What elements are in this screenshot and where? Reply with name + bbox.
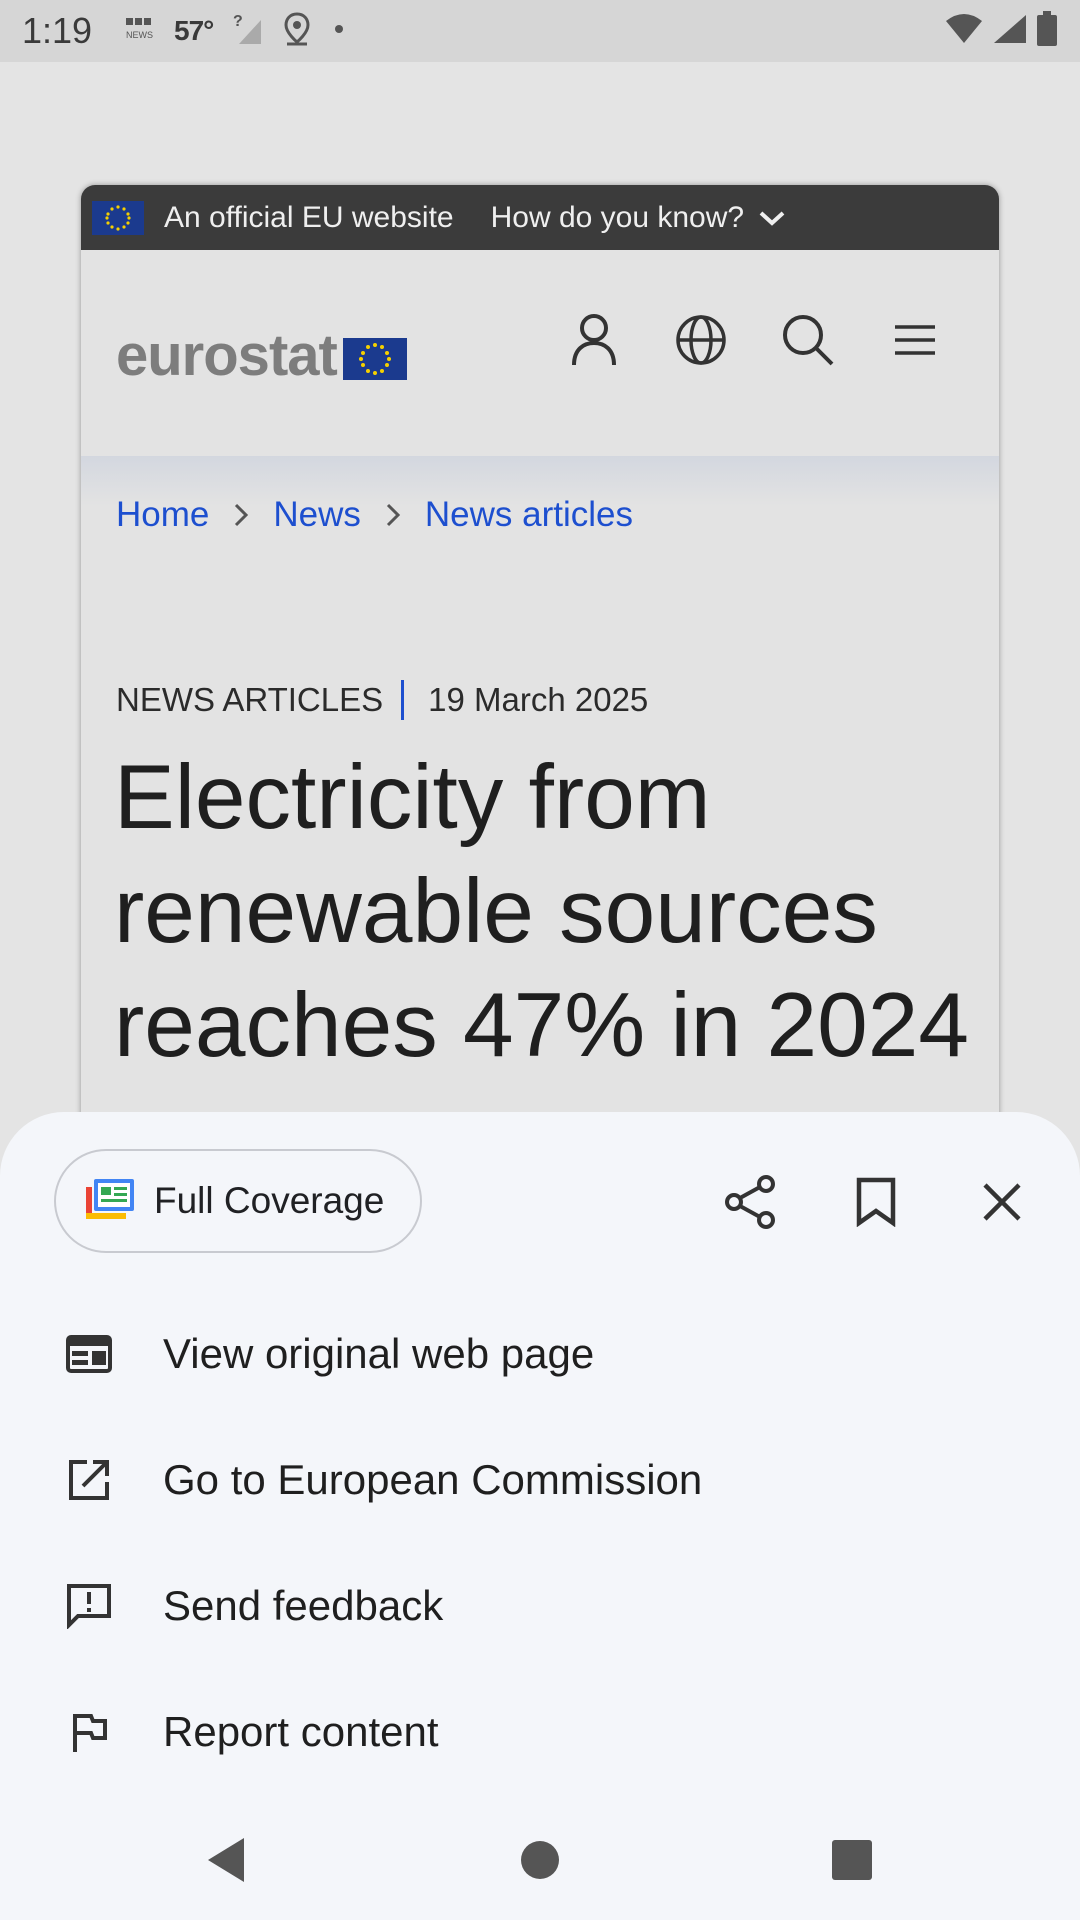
news-icon: NEWS	[124, 16, 154, 47]
full-coverage-label: Full Coverage	[154, 1180, 385, 1221]
no-signal-icon: ?	[233, 12, 263, 51]
menu-icon[interactable]	[885, 310, 945, 370]
battery-icon	[1036, 10, 1058, 52]
how-do-you-know-link[interactable]: How do you know?	[491, 201, 744, 235]
status-time: 1:19	[22, 10, 93, 51]
web-page-icon	[62, 1327, 116, 1381]
menu-item-go-to-european-commission[interactable]: Go to European Commission	[0, 1425, 1080, 1535]
feedback-icon	[62, 1579, 116, 1633]
menu-item-label: Send feedback	[163, 1582, 444, 1629]
menu-item-label: Go to European Commission	[163, 1456, 703, 1503]
menu-item-send-feedback[interactable]: Send feedback	[0, 1551, 1080, 1661]
wifi-icon	[944, 13, 984, 50]
article-headline: Electricity from renewable sources reach…	[114, 747, 969, 1076]
article-meta: NEWS ARTICLES 19 March 2025	[116, 680, 648, 720]
status-left-icons: NEWS 57° ?	[124, 11, 347, 51]
breadcrumb-home[interactable]: Home	[116, 495, 209, 535]
status-bar: 1:19 NEWS 57° ?	[0, 0, 1080, 62]
location-icon	[283, 11, 311, 51]
logo-text: eurostat	[116, 323, 338, 388]
eu-banner: An official EU website How do you know?	[81, 185, 999, 250]
article-category: NEWS ARTICLES	[116, 681, 384, 718]
globe-icon[interactable]	[671, 310, 731, 370]
navigation-bar	[0, 1800, 1080, 1920]
web-page-preview[interactable]: An official EU website How do you know? …	[81, 185, 999, 1145]
menu-item-label: Report content	[163, 1708, 439, 1755]
chevron-right-icon	[233, 502, 249, 528]
full-coverage-icon	[86, 1178, 134, 1224]
eu-flag-icon	[342, 337, 407, 380]
flag-icon	[62, 1705, 116, 1759]
eurostat-logo[interactable]: eurostat	[116, 322, 407, 389]
share-icon[interactable]	[718, 1170, 782, 1234]
menu-item-report-content[interactable]: Report content	[0, 1677, 1080, 1787]
bottom-sheet: Full Coverage View original web page Go …	[0, 1112, 1080, 1920]
svg-text:NEWS: NEWS	[126, 30, 153, 40]
dot-icon	[331, 21, 347, 42]
cell-signal-icon	[992, 13, 1028, 50]
chevron-right-icon	[385, 502, 401, 528]
search-icon[interactable]	[778, 310, 838, 370]
menu-item-label: View original web page	[163, 1330, 595, 1377]
user-icon[interactable]	[564, 310, 624, 370]
recents-icon[interactable]	[822, 1830, 882, 1890]
eu-flag-icon	[92, 200, 144, 235]
menu-item-view-original[interactable]: View original web page	[0, 1299, 1080, 1409]
home-icon[interactable]	[510, 1830, 570, 1890]
eu-banner-text: An official EU website	[164, 200, 454, 234]
chevron-down-icon[interactable]	[758, 208, 786, 228]
breadcrumb-news-articles[interactable]: News articles	[425, 495, 633, 535]
close-icon[interactable]	[970, 1170, 1034, 1234]
breadcrumb-news[interactable]: News	[273, 495, 361, 535]
svg-text:?: ?	[233, 13, 243, 30]
breadcrumb: Home News News articles	[116, 495, 633, 535]
article-date: 19 March 2025	[428, 681, 649, 718]
bookmark-icon[interactable]	[844, 1170, 908, 1234]
full-coverage-button[interactable]: Full Coverage	[54, 1149, 422, 1253]
weather-temperature: 57°	[174, 15, 214, 46]
open-external-icon	[62, 1453, 116, 1507]
site-header: eurostat	[81, 250, 999, 456]
back-icon[interactable]	[196, 1830, 256, 1890]
meta-divider	[401, 680, 405, 720]
status-right-icons	[944, 10, 1058, 52]
